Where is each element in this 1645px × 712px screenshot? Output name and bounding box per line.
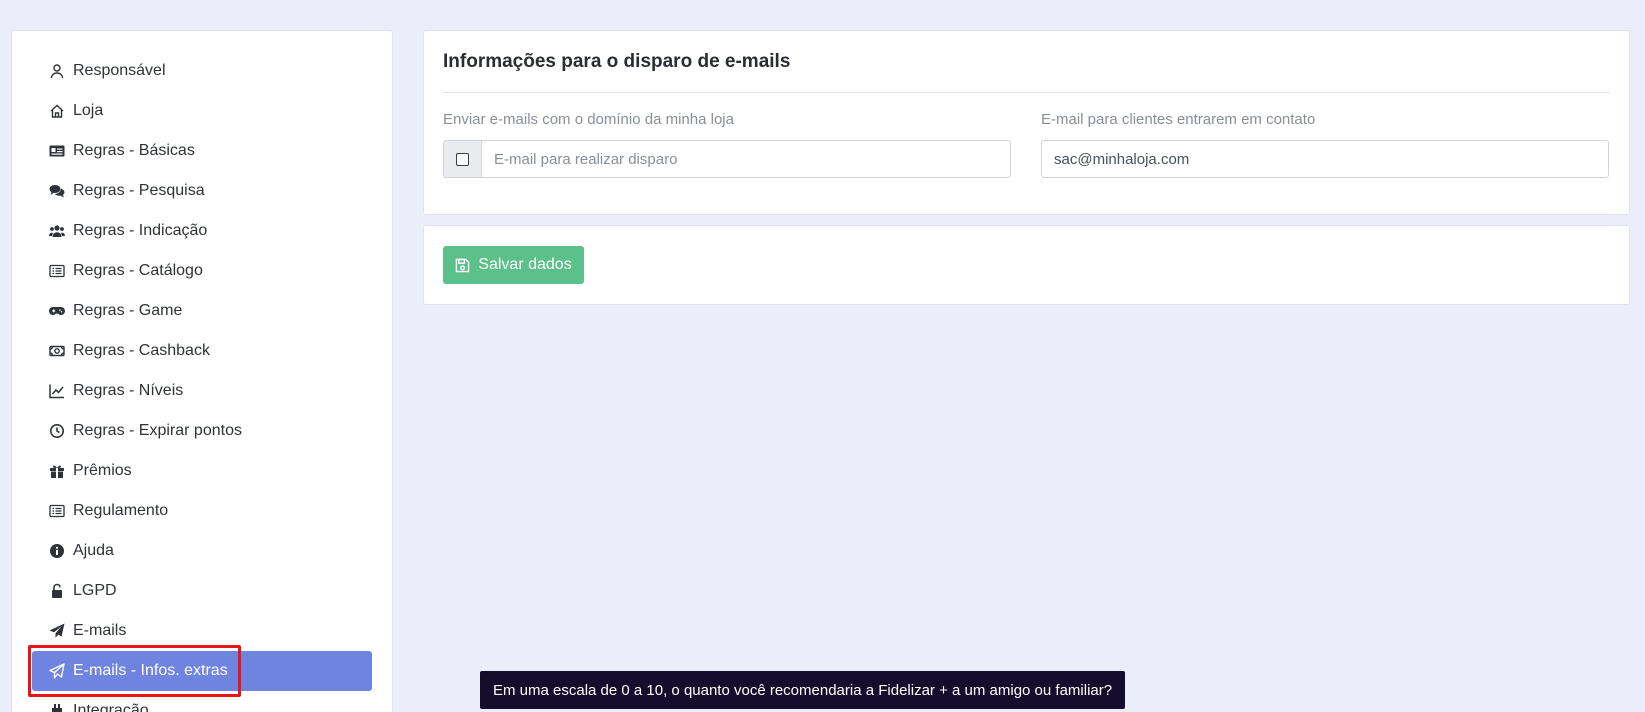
chart-line-icon	[48, 382, 66, 400]
comments-icon	[48, 182, 66, 200]
home-icon	[48, 102, 66, 120]
user-icon	[48, 62, 66, 80]
domain-checkbox[interactable]	[456, 152, 469, 166]
users-icon	[48, 222, 66, 240]
sidebar-item-label: Responsável	[73, 62, 166, 79]
clock-icon	[48, 422, 66, 440]
sidebar-item-ajuda[interactable]: Ajuda	[12, 531, 392, 571]
sidebar-item-emails[interactable]: E-mails	[12, 611, 392, 651]
sidebar-item-regras-expirar-pontos[interactable]: Regras - Expirar pontos	[12, 411, 392, 451]
save-button-label: Salvar dados	[478, 256, 572, 273]
sidebar-item-label: Regras - Pesquisa	[73, 182, 205, 199]
sidebar-item-regras-cashback[interactable]: Regras - Cashback	[12, 331, 392, 371]
sidebar-item-label: Regras - Cashback	[73, 342, 210, 359]
sidebar-nav: Responsável Loja Regras - Básicas Regras…	[12, 31, 392, 712]
email-info-card: Informações para o disparo de e-mails En…	[423, 30, 1630, 215]
domain-input-group	[443, 140, 1011, 178]
unlock-icon	[48, 582, 66, 600]
id-card-icon	[48, 142, 66, 160]
sidebar-item-regras-niveis[interactable]: Regras - Níveis	[12, 371, 392, 411]
money-bill-icon	[48, 342, 66, 360]
sidebar-item-label: Ajuda	[73, 542, 114, 559]
info-circle-icon	[48, 542, 66, 560]
domain-field-label: Enviar e-mails com o domínio da minha lo…	[443, 111, 734, 128]
nps-survey-bar[interactable]: Em uma escala de 0 a 10, o quanto você r…	[480, 671, 1126, 709]
plug-icon	[48, 702, 66, 712]
sidebar-item-premios[interactable]: Prêmios	[12, 451, 392, 491]
contact-field-label: E-mail para clientes entrarem em contato	[1041, 111, 1316, 128]
contact-email-input[interactable]	[1041, 140, 1609, 178]
sidebar-item-lgpd[interactable]: LGPD	[12, 571, 392, 611]
sidebar-item-label: Regras - Game	[73, 302, 183, 319]
sidebar-item-label: Prêmios	[73, 462, 132, 479]
sidebar-item-label: Regras - Expirar pontos	[73, 422, 242, 439]
sidebar-item-regras-indicacao[interactable]: Regras - Indicação	[12, 211, 392, 251]
survey-question: Em uma escala de 0 a 10, o quanto você r…	[493, 681, 1113, 699]
sidebar-item-integracao[interactable]: Integração	[12, 691, 392, 712]
sidebar-item-regras-game[interactable]: Regras - Game	[12, 291, 392, 331]
sidebar-item-label: Regras - Indicação	[73, 222, 208, 239]
sidebar-item-regras-basicas[interactable]: Regras - Básicas	[12, 131, 392, 171]
gamepad-icon	[48, 302, 66, 320]
sidebar-item-label: Integração	[73, 702, 149, 712]
sidebar-item-label: LGPD	[73, 582, 117, 599]
sidebar-item-emails-infos-extras[interactable]: E-mails - Infos. extras	[32, 651, 372, 691]
sidebar-item-label: Regras - Níveis	[73, 382, 184, 399]
sender-email-input[interactable]	[481, 140, 1011, 178]
sidebar-item-label: E-mails	[73, 622, 127, 639]
sidebar-item-responsavel[interactable]: Responsável	[12, 51, 392, 91]
sidebar-item-loja[interactable]: Loja	[12, 91, 392, 131]
save-button[interactable]: Salvar dados	[443, 246, 584, 284]
sidebar-item-label: Loja	[73, 102, 104, 119]
actions-card: Salvar dados	[423, 225, 1630, 305]
gift-icon	[48, 462, 66, 480]
sidebar-item-regulamento[interactable]: Regulamento	[12, 491, 392, 531]
sidebar-item-label: Regras - Básicas	[73, 142, 195, 159]
paper-plane-icon	[48, 622, 66, 640]
sidebar-item-regras-catalogo[interactable]: Regras - Catálogo	[12, 251, 392, 291]
divider	[443, 92, 1610, 93]
card-title: Informações para o disparo de e-mails	[443, 51, 791, 72]
sidebar-item-regras-pesquisa[interactable]: Regras - Pesquisa	[12, 171, 392, 211]
paper-plane-outline-icon	[48, 662, 66, 680]
save-icon	[455, 258, 470, 273]
sidebar-item-label: Regras - Catálogo	[73, 262, 203, 279]
sidebar-item-label: E-mails - Infos. extras	[73, 662, 228, 679]
list-alt-icon	[48, 502, 66, 520]
sidebar: Responsável Loja Regras - Básicas Regras…	[11, 30, 393, 712]
domain-checkbox-addon[interactable]	[443, 140, 481, 178]
list-alt-icon	[48, 262, 66, 280]
sidebar-item-label: Regulamento	[73, 502, 169, 519]
